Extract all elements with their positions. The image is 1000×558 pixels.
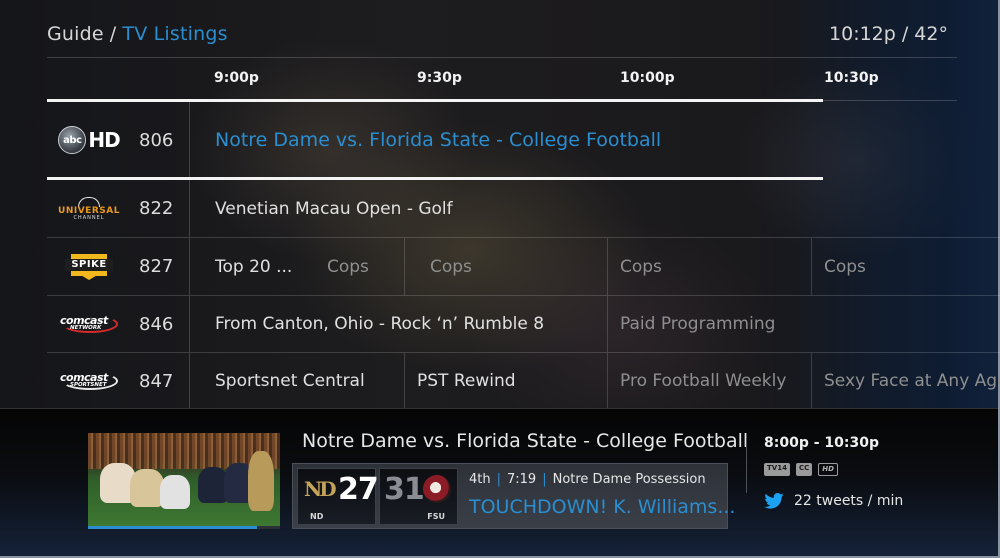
closed-caption-badge: CC (795, 463, 813, 476)
tv-guide-screen: Guide / TV Listings 10:12p / 42° 9:00p 9:3… (0, 0, 1000, 558)
spike-arrow (79, 273, 99, 280)
game-event-ticker: TOUCHDOWN! K. Williams... (469, 496, 736, 518)
channel-row-806[interactable]: abc HD 806 Notre Dame vs. Florida State … (47, 102, 1000, 178)
universal-channel-logo: UNIVERSAL CHANNEL (58, 196, 120, 221)
program-cell[interactable]: Top 20 ... (190, 238, 298, 295)
thumbnail-player (160, 475, 190, 509)
program-cell[interactable]: PST Rewind (404, 353, 607, 409)
thumbnail-player (130, 469, 164, 507)
airtime: 8:00p - 10:30p (764, 435, 879, 451)
away-score: 31 (384, 472, 425, 507)
comcast-logo-subtext: NETWORK (70, 325, 102, 331)
channel-row-847[interactable]: comcast SPORTSNET 847 Sportsnet Central … (47, 353, 1000, 409)
channel-logo-subtext: CHANNEL (73, 214, 105, 221)
program-cell[interactable]: Sexy Face at Any Age (811, 353, 1000, 409)
time-slot-label: 9:30p (417, 70, 462, 86)
abc-globe-icon: abc (58, 126, 87, 154)
abc-hd-logo: abc HD (58, 126, 121, 154)
channel-number: 847 (139, 370, 174, 392)
scoreboard: ND 27 ND 31 FSU 4th | 7:19 | Notre Dame Poss… (292, 463, 735, 529)
panel-divider (0, 408, 998, 409)
thumbnail-player (248, 451, 274, 511)
program-cell[interactable]: Notre Dame vs. Florida State - College F… (190, 102, 823, 178)
program-details-panel: Notre Dame vs. Florida State - College F… (0, 408, 998, 556)
header-divider (47, 57, 957, 58)
breadcrumb-separator: / (109, 23, 117, 45)
channel-number: 827 (139, 256, 174, 277)
spike-logo: SPIKE (65, 253, 113, 280)
home-team-abbr: ND (310, 512, 324, 521)
details-divider (746, 438, 747, 493)
program-cell[interactable]: Venetian Macau Open - Golf (190, 180, 1000, 237)
tweets-per-minute: 22 tweets / min (794, 493, 904, 509)
program-cell[interactable]: Paid Programming (607, 296, 1000, 352)
breadcrumb: Guide / TV Listings (47, 23, 228, 45)
clock-weather: 10:12p / 42° (829, 23, 948, 45)
channel-row-827[interactable]: SPIKE 827 Top 20 ... Cops Cops Cops Cops (47, 238, 1000, 295)
timeline-divider (823, 100, 957, 101)
status-separator: | (496, 472, 501, 487)
program-cell[interactable]: Cops (607, 238, 811, 295)
channel-number: 822 (139, 198, 174, 219)
live-preview-thumbnail[interactable] (88, 433, 280, 529)
program-title: Notre Dame vs. Florida State - College F… (302, 430, 749, 452)
channel-logo-cell: comcast NETWORK (47, 296, 131, 352)
channel-number: 806 (139, 129, 174, 151)
rating-badges: TV14 CC HD (764, 463, 838, 476)
program-cell[interactable]: Cops (302, 238, 404, 295)
program-cell[interactable]: Sportsnet Central (190, 353, 404, 409)
comcast-network-logo: comcast NETWORK (58, 314, 120, 334)
status-separator: | (542, 472, 547, 487)
comcast-sportsnet-logo: comcast SPORTSNET (58, 371, 120, 391)
channel-logo-cell: comcast SPORTSNET (47, 353, 131, 409)
time-slot-label: 10:30p (824, 70, 879, 86)
tweet-rate[interactable]: 22 tweets / min (764, 493, 903, 509)
fsu-seminole-logo-icon (423, 475, 451, 503)
hd-label: HD (88, 128, 120, 152)
time-slot-label: 10:00p (620, 70, 675, 86)
notre-dame-logo-icon: ND (304, 477, 337, 501)
watch-progress-fill (88, 526, 257, 529)
program-cell[interactable]: Cops (811, 238, 1000, 295)
selection-indicator-top (47, 99, 823, 102)
breadcrumb-tv-listings: TV Listings (122, 23, 228, 45)
program-cell[interactable]: Pro Football Weekly (607, 353, 811, 409)
game-quarter: 4th (469, 472, 491, 487)
possession: Notre Dame Possession (552, 472, 706, 487)
program-cell[interactable]: From Canton, Ohio - Rock ‘n’ Rumble 8 (190, 296, 607, 352)
game-status: 4th | 7:19 | Notre Dame Possession (469, 472, 706, 487)
hd-badge: HD (818, 463, 838, 476)
tv-rating-badge: TV14 (764, 463, 790, 476)
spike-logo-text: SPIKE (65, 258, 113, 271)
breadcrumb-guide[interactable]: Guide (47, 23, 104, 45)
channel-row-846[interactable]: comcast NETWORK 846 From Canton, Ohio - … (47, 296, 1000, 352)
comcast-logo-subtext: SPORTSNET (70, 382, 107, 388)
selection-indicator-bottom (47, 177, 823, 180)
away-team-abbr: FSU (427, 512, 445, 521)
channel-row-822[interactable]: UNIVERSAL CHANNEL 822 Venetian Macau Ope… (47, 180, 1000, 237)
time-slot-label: 9:00p (214, 70, 259, 86)
channel-logo-cell: abc HD (47, 102, 131, 178)
channel-logo-cell: SPIKE (47, 238, 131, 295)
game-clock: 7:19 (507, 472, 537, 487)
home-team-score: ND 27 ND (297, 468, 379, 525)
channel-logo-cell: UNIVERSAL CHANNEL (47, 180, 131, 237)
channel-number: 846 (139, 313, 174, 335)
program-cell[interactable]: Cops (404, 238, 607, 295)
home-score: 27 (338, 472, 379, 507)
away-team-score: 31 FSU (379, 468, 458, 525)
globe-icon (77, 196, 100, 207)
twitter-bird-icon (764, 493, 784, 509)
